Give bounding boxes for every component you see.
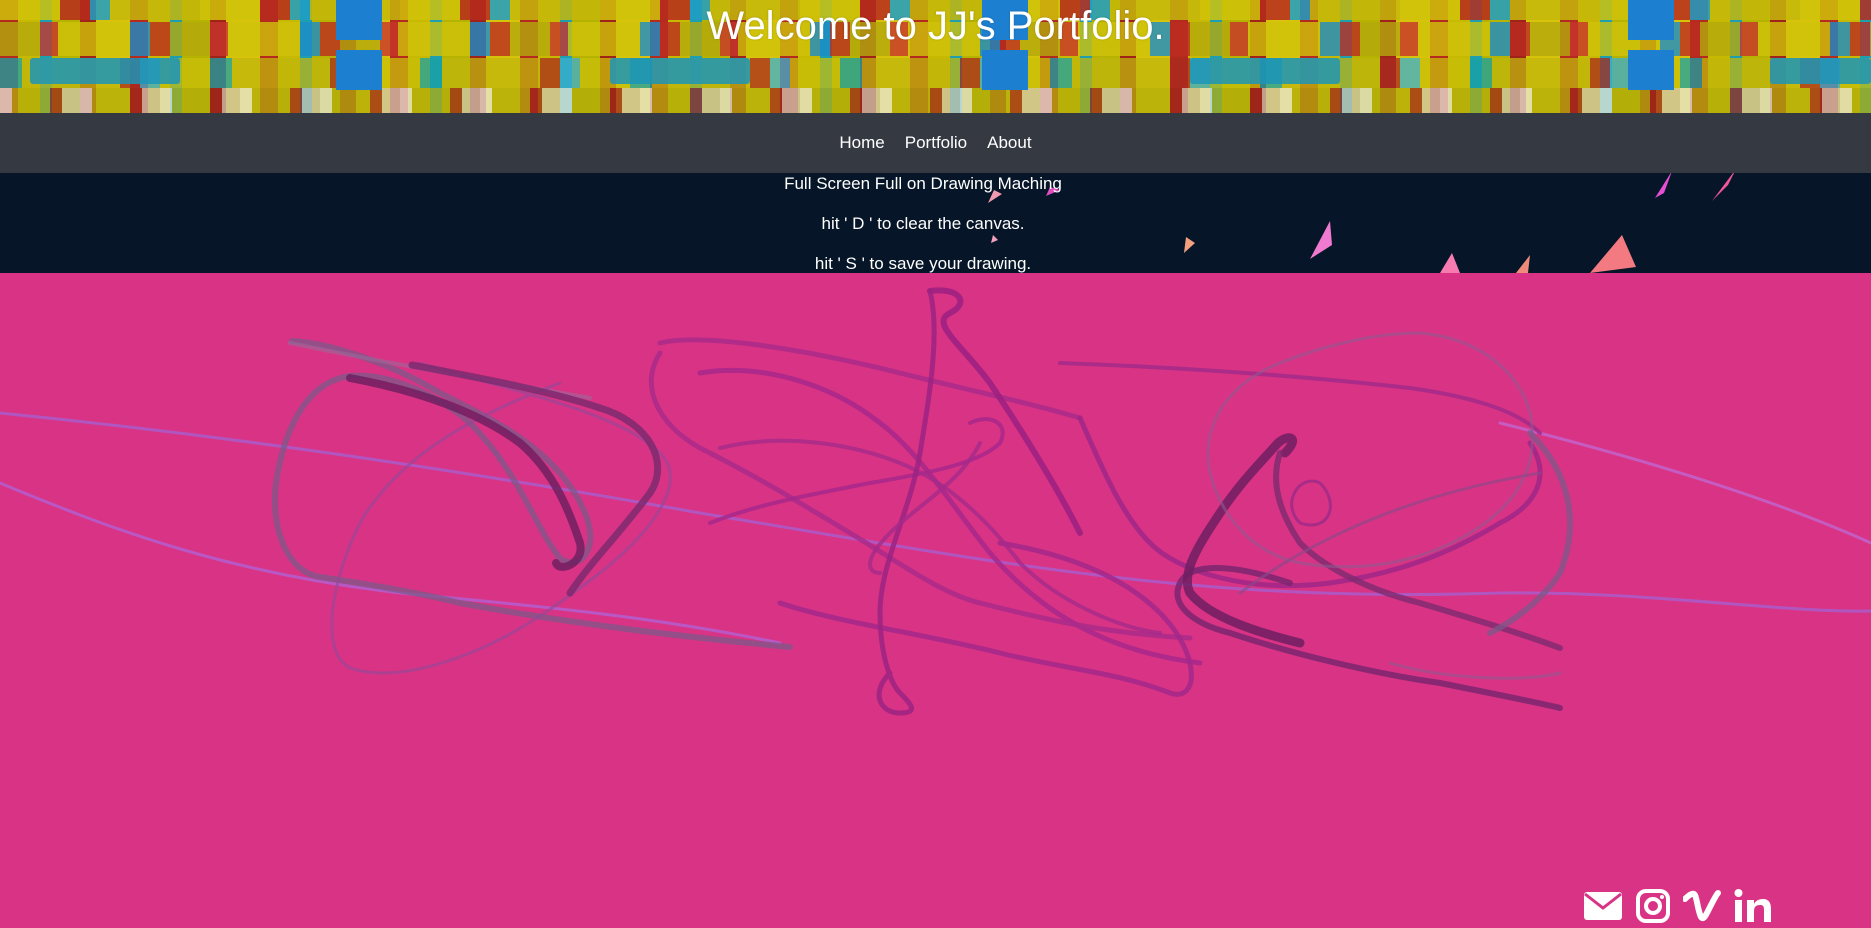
nav-about-link[interactable]: About (987, 133, 1031, 153)
header-banner: Welcome to JJ's Portfolio. (0, 0, 1871, 113)
banner-sign (1770, 58, 1871, 84)
banner-pattern (0, 88, 1871, 113)
drawing-strokes (0, 287, 1871, 716)
instruction-clear: hit ' D ' to clear the canvas. (821, 214, 1025, 233)
banner-glyph (336, 50, 382, 90)
instagram-icon[interactable] (1635, 888, 1671, 928)
banner-sign (610, 58, 750, 84)
banner-glyph (982, 50, 1028, 90)
drawing-canvas[interactable] (0, 273, 1871, 928)
banner-pattern (0, 58, 1871, 88)
nav-home-link[interactable]: Home (839, 133, 884, 153)
banner-glyph (1628, 50, 1674, 90)
main-nav: Home Portfolio About (0, 113, 1871, 173)
vimeo-icon[interactable] (1682, 889, 1721, 927)
nav-portfolio-link[interactable]: Portfolio (905, 133, 967, 153)
banner-sign (1190, 58, 1340, 84)
linkedin-icon[interactable] (1733, 888, 1773, 928)
instruction-title: Full Screen Full on Drawing Maching (784, 174, 1062, 193)
social-links (1583, 888, 1773, 928)
page-title: Welcome to JJ's Portfolio. (706, 4, 1165, 48)
banner-sign (30, 58, 180, 84)
instructions-panel: Full Screen Full on Drawing Maching hit … (0, 173, 1871, 273)
instruction-save: hit ' S ' to save your drawing. (814, 254, 1032, 273)
envelope-icon[interactable] (1583, 891, 1623, 925)
